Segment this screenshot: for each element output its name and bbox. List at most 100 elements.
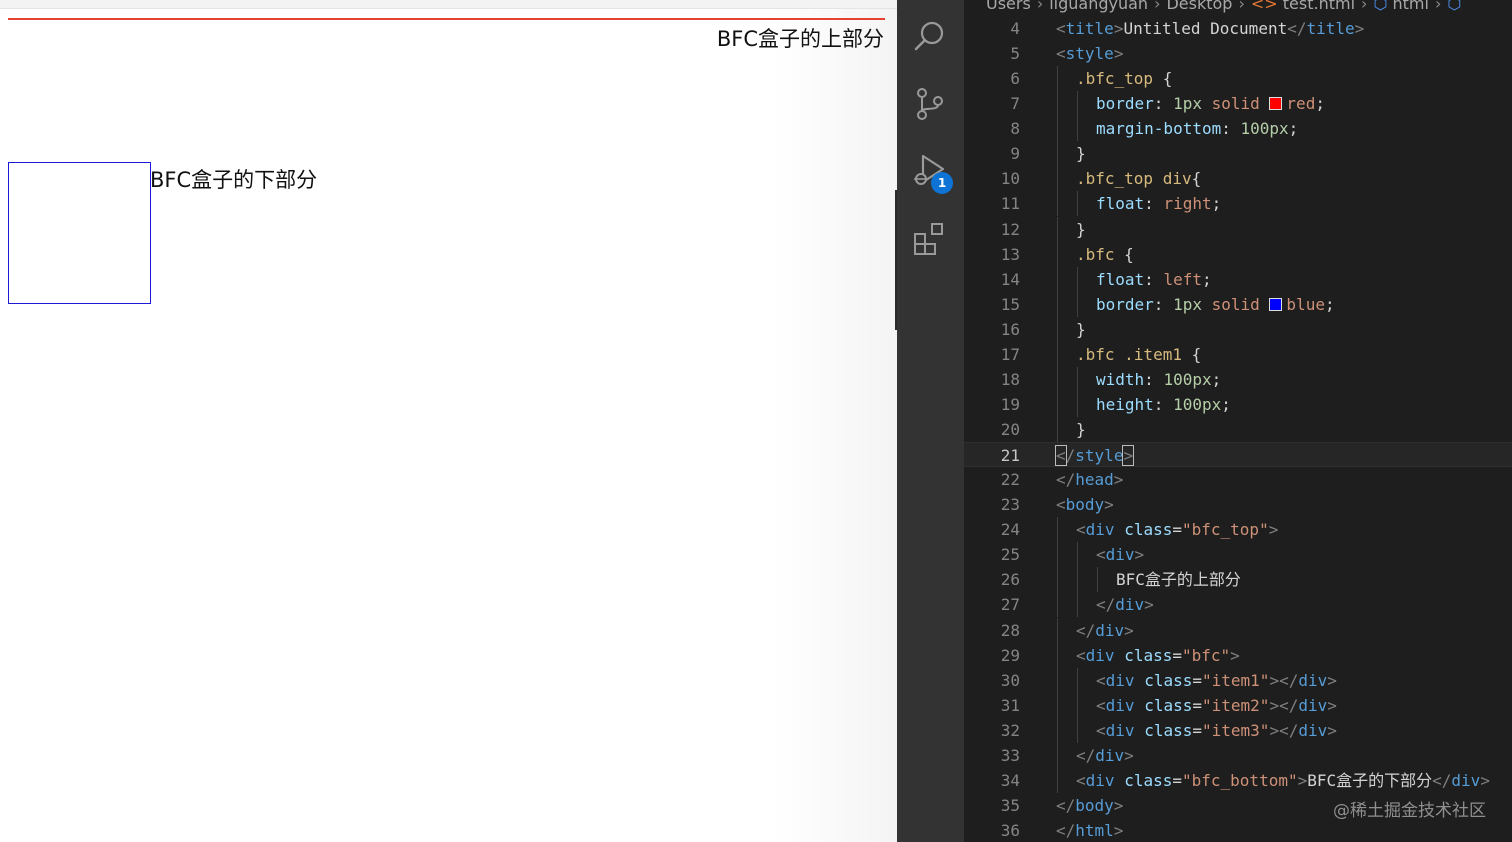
line-number: 4 — [1010, 19, 1020, 38]
code-line[interactable]: 13 .bfc { — [964, 241, 1512, 267]
line-number: 22 — [1000, 470, 1020, 490]
breadcrumb-item[interactable]: liguangyuan — [1049, 0, 1148, 13]
code-token: div — [1085, 520, 1115, 540]
code-line[interactable]: 10 .bfc_top div{ — [964, 166, 1512, 192]
line-number: 28 — [1000, 620, 1020, 640]
line-number: 25 — [1000, 545, 1020, 565]
code-line[interactable]: 23 <body> — [964, 492, 1512, 517]
code-editor[interactable]: Users › liguangyuan › Desktop › <> test.html › ⬡… — [964, 0, 1512, 842]
code-text: .bfc_top div{ — [1076, 166, 1201, 191]
code-line[interactable]: 24 <div class="bfc_top"> — [964, 517, 1512, 543]
indent-guide — [1057, 567, 1058, 593]
line-number: 7 — [1010, 94, 1020, 114]
indent-guide — [1057, 366, 1058, 392]
line-number: 10 — [1000, 169, 1020, 189]
code-line[interactable]: 21 </style> — [964, 442, 1512, 468]
breadcrumb-item[interactable]: test.html — [1283, 0, 1355, 13]
code-line[interactable]: 31 <div class="item2"></div> — [964, 692, 1512, 718]
code-text: </style> — [1055, 443, 1135, 468]
line-number: 12 — [1000, 219, 1020, 239]
code-line[interactable]: 14 float: left; — [964, 266, 1512, 292]
code-token: </ — [1432, 770, 1452, 790]
code-token: = — [1172, 645, 1182, 665]
code-line[interactable]: 32 <div class="item3"></div> — [964, 717, 1512, 743]
code-line[interactable]: 8 margin-bottom: 100px; — [964, 116, 1512, 142]
code-token: > — [1480, 770, 1490, 790]
element-icon: ⬡ — [1447, 0, 1462, 13]
code-line[interactable]: 15 border: 1px solid blue; — [964, 291, 1512, 317]
code-token: 100px — [1240, 119, 1289, 139]
code-token: < — [1076, 770, 1086, 790]
code-token: < — [1096, 695, 1106, 715]
indent-guide — [1057, 767, 1058, 793]
code-text: <title>Untitled Document</title> — [1056, 16, 1364, 41]
code-token: class — [1144, 670, 1193, 690]
code-text: </head> — [1056, 467, 1123, 492]
code-line[interactable]: 29 <div class="bfc"> — [964, 642, 1512, 668]
line-number: 17 — [1000, 344, 1020, 364]
search-icon[interactable] — [911, 18, 949, 56]
line-number: 32 — [1000, 720, 1020, 740]
code-token: height — [1096, 394, 1154, 414]
breadcrumb-item[interactable]: Users — [986, 0, 1031, 13]
code-token: > — [1113, 470, 1124, 490]
code-line[interactable]: 26 BFC盒子的上部分 — [964, 567, 1512, 593]
code-token: div — [1451, 770, 1481, 790]
code-token: ; — [1201, 269, 1212, 289]
indent-guide — [1077, 116, 1078, 142]
code-line[interactable]: 7 border: 1px solid red; — [964, 91, 1512, 117]
code-token: "bfc" — [1182, 645, 1231, 665]
code-token: margin-bottom — [1096, 119, 1222, 139]
code-lines[interactable]: 4 <title>Untitled Document</title> 5 <style… — [964, 16, 1512, 842]
breadcrumb-item[interactable]: html — [1393, 0, 1429, 13]
code-token: > — [1327, 670, 1337, 690]
code-token: .bfc_top div — [1076, 169, 1192, 189]
code-line[interactable]: 12} — [964, 216, 1512, 242]
code-text: BFC盒子的上部分 — [1116, 567, 1241, 592]
code-line[interactable]: 17 .bfc .item1 { — [964, 341, 1512, 367]
browser-top-strip — [0, 0, 897, 9]
line-number: 23 — [1000, 495, 1020, 515]
color-swatch-icon[interactable] — [1269, 297, 1283, 311]
code-line[interactable]: 22 </head> — [964, 467, 1512, 492]
code-line[interactable]: 19 height: 100px; — [964, 391, 1512, 417]
code-text: float: left; — [1096, 267, 1212, 292]
code-line[interactable]: 16} — [964, 316, 1512, 342]
code-line[interactable]: 4 <title>Untitled Document</title> — [964, 16, 1512, 41]
code-token: < — [1056, 44, 1066, 64]
line-number: 6 — [1010, 69, 1020, 89]
extensions-icon[interactable] — [911, 220, 949, 258]
code-line[interactable]: 9} — [964, 141, 1512, 167]
color-swatch-icon[interactable] — [1269, 97, 1283, 111]
code-line[interactable]: 27 </div> — [964, 592, 1512, 618]
code-line[interactable]: 11 float: right; — [964, 191, 1512, 217]
indent-guide — [1077, 567, 1078, 593]
code-token: red — [1286, 94, 1316, 114]
code-token: div — [1105, 695, 1135, 715]
code-line[interactable]: 6 .bfc_top { — [964, 66, 1512, 92]
code-token: </ — [1076, 745, 1096, 765]
code-line[interactable]: 25 <div> — [964, 542, 1512, 568]
source-control-icon[interactable] — [911, 85, 949, 123]
code-token: </ — [1056, 821, 1076, 840]
code-line[interactable]: 33 </div> — [964, 742, 1512, 768]
code-line[interactable]: 18 width: 100px; — [964, 366, 1512, 392]
code-line[interactable]: 5 <style> — [964, 41, 1512, 66]
code-line[interactable]: 20} — [964, 417, 1512, 442]
code-token: < — [1076, 520, 1086, 540]
indent-guide — [1057, 592, 1058, 618]
code-line[interactable]: 30 <div class="item1"></div> — [964, 667, 1512, 693]
code-line[interactable]: 28 </div> — [964, 617, 1512, 643]
indent-guide — [1057, 417, 1058, 442]
code-token: "bfc_top" — [1182, 520, 1269, 540]
code-text: </div> — [1096, 592, 1154, 617]
code-line[interactable]: 36 </html> — [964, 818, 1512, 842]
code-line[interactable]: 34 <div class="bfc_bottom">BFC盒子的下部分</div… — [964, 767, 1512, 793]
code-text: <div class="bfc"> — [1076, 643, 1240, 668]
breadcrumb-item[interactable]: Desktop — [1166, 0, 1232, 13]
debug-badge: 1 — [931, 172, 953, 194]
